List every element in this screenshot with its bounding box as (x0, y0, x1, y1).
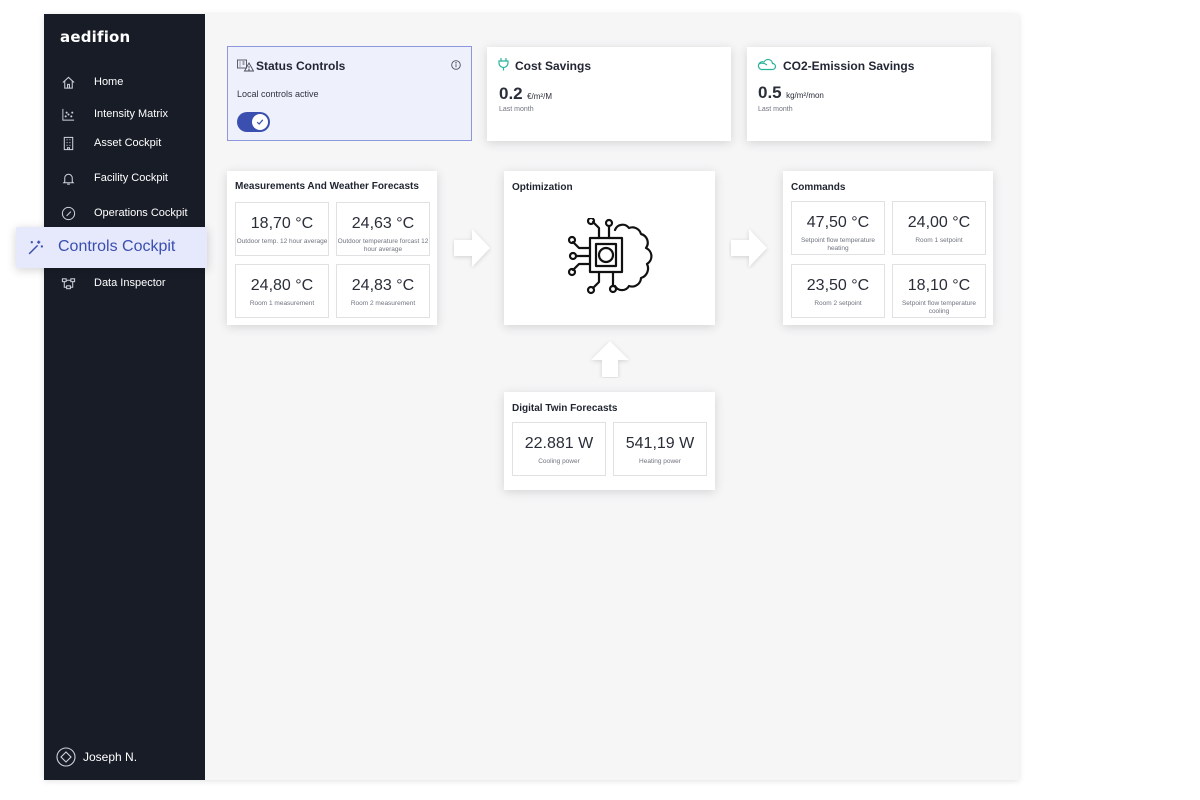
plug-icon (498, 58, 509, 71)
measurement-tile: 24,80 °C Room 1 measurement (235, 264, 329, 318)
card-title: Commands (791, 182, 846, 193)
magic-wand-icon (28, 240, 43, 255)
sidebar-item-label: Home (94, 76, 124, 88)
check-icon (256, 119, 264, 125)
command-tile: 18,10 °C Setpoint flow temperature cooli… (892, 264, 986, 318)
tile-value: 541,19 W (625, 435, 695, 452)
commands-card: Commands 47,50 °C Setpoint flow temperat… (783, 171, 993, 325)
chart-icon (62, 108, 75, 121)
tile-caption: Cooling power (538, 458, 580, 465)
co2-savings-card: CO2-Emission Savings 0.5 kg/m²/mon Last … (747, 47, 991, 141)
forecast-tile: 541,19 W Heating power (613, 422, 707, 476)
tile-value: 18,10 °C (907, 277, 971, 294)
home-icon (62, 76, 75, 89)
co2-unit: kg/m²/mon (786, 91, 824, 100)
sidebar-item-operations-cockpit[interactable]: Operations Cockpit (44, 199, 205, 229)
local-controls-toggle[interactable] (237, 112, 270, 132)
tile-caption: Setpoint flow temperature cooling (901, 300, 977, 315)
sidebar-item-label: Facility Cockpit (94, 172, 168, 184)
command-tile: 47,50 °C Setpoint flow temperature heati… (791, 201, 885, 255)
sidebar-item-label: Operations Cockpit (94, 207, 188, 219)
arrow-right-icon (731, 229, 767, 267)
cost-value: 0.2 (499, 84, 523, 103)
user-name: Joseph N. (83, 750, 138, 764)
tile-value: 24,83 °C (351, 277, 415, 294)
cost-value-row: 0.2 €/m²/M (499, 84, 552, 104)
nodes-icon (61, 278, 76, 290)
tile-value: 24,00 °C (907, 214, 971, 231)
co2-period: Last month (758, 106, 793, 113)
gauge-icon (61, 206, 76, 221)
sidebar: aedifion Home Intensity Matrix Asset Coc… (44, 14, 205, 780)
measurement-tile: 18,70 °C Outdoor temp. 12 hour average (235, 202, 329, 256)
user-menu[interactable]: Joseph N. (56, 747, 137, 767)
ai-brain-chip-icon (567, 218, 653, 295)
status-text: Local controls active (237, 89, 319, 99)
cost-period: Last month (499, 106, 534, 113)
logo: aedifion (60, 28, 131, 46)
tile-caption: Outdoor temp. 12 hour average (236, 238, 328, 245)
measurement-tile: 24,63 °C Outdoor temperature forcast 12 … (336, 202, 430, 256)
sidebar-item-controls-cockpit[interactable]: Controls Cockpit (16, 227, 207, 268)
co2-value: 0.5 (758, 83, 782, 102)
cost-savings-card: Cost Savings 0.2 €/m²/M Last month (487, 47, 731, 141)
digital-twin-card: Digital Twin Forecasts 22.881 W Cooling … (504, 392, 715, 490)
sidebar-item-label: Data Inspector (94, 277, 166, 289)
cloud-icon (757, 58, 777, 71)
card-title: Optimization (512, 182, 573, 193)
tile-value: 24,63 °C (351, 215, 415, 232)
arrow-right-icon (454, 229, 490, 267)
tile-caption: Room 1 setpoint (915, 237, 963, 244)
sidebar-item-data-inspector[interactable]: Data Inspector (44, 269, 205, 299)
tile-caption: Room 2 setpoint (814, 300, 862, 307)
sidebar-item-facility-cockpit[interactable]: Facility Cockpit (44, 164, 205, 194)
tile-caption: Room 2 measurement (350, 300, 416, 307)
sidebar-item-asset-cockpit[interactable]: Asset Cockpit (44, 129, 205, 159)
tile-caption: Room 1 measurement (249, 300, 315, 307)
arrow-up-icon (591, 341, 629, 377)
card-title: Status Controls (256, 59, 346, 73)
avatar (56, 747, 76, 767)
optimization-card: Optimization (504, 171, 715, 325)
cost-unit: €/m²/M (527, 92, 552, 101)
app-window: aedifion Home Intensity Matrix Asset Coc… (16, 14, 1019, 780)
sidebar-item-label: Intensity Matrix (94, 108, 168, 120)
tile-value: 23,50 °C (806, 277, 870, 294)
measurements-card: Measurements And Weather Forecasts 18,70… (227, 171, 437, 325)
tile-value: 47,50 °C (806, 214, 870, 231)
tile-value: 22.881 W (524, 435, 594, 452)
controls-warning-icon (237, 59, 254, 72)
card-title: Cost Savings (515, 59, 592, 73)
tile-value: 24,80 °C (250, 277, 314, 294)
measurement-tile: 24,83 °C Room 2 measurement (336, 264, 430, 318)
toggle-knob (252, 114, 268, 130)
tile-caption: Heating power (639, 458, 681, 465)
card-title: Measurements And Weather Forecasts (235, 181, 419, 192)
co2-value-row: 0.5 kg/m²/mon (758, 83, 824, 103)
status-controls-card: Status Controls Local controls active (227, 46, 472, 141)
tile-value: 18,70 °C (250, 215, 314, 232)
sidebar-item-label: Controls Cockpit (58, 238, 176, 255)
command-tile: 24,00 °C Room 1 setpoint (892, 201, 986, 255)
card-title: Digital Twin Forecasts (512, 403, 618, 414)
bell-icon (62, 173, 75, 185)
tile-caption: Setpoint flow temperature heating (800, 237, 876, 252)
sidebar-item-intensity-matrix[interactable]: Intensity Matrix (44, 100, 205, 130)
command-tile: 23,50 °C Room 2 setpoint (791, 264, 885, 318)
sidebar-item-label: Asset Cockpit (94, 137, 162, 149)
tile-caption: Outdoor temperature forcast 12 hour aver… (337, 238, 429, 253)
card-title: CO2-Emission Savings (783, 59, 915, 73)
sidebar-item-home[interactable]: Home (44, 68, 205, 98)
forecast-tile: 22.881 W Cooling power (512, 422, 606, 476)
info-icon[interactable] (451, 60, 461, 70)
building-icon (63, 136, 74, 151)
